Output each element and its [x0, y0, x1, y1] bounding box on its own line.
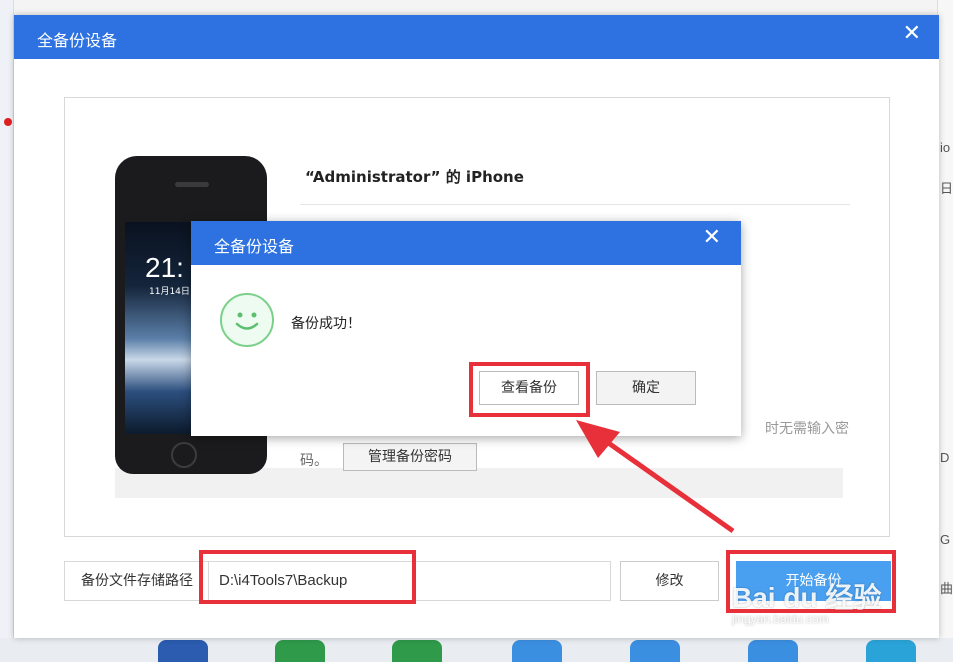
watermark-logo: Bai du 经验 jingyan.baidu.com — [732, 576, 881, 626]
watermark-url: jingyan.baidu.com — [732, 612, 829, 626]
screen: io 日 D G 曲 全备份设备 ✕ 21: 11月14日 “Administr… — [0, 0, 953, 662]
watermark-brand: Bai du 经验 — [732, 582, 882, 613]
annotation-arrow — [576, 420, 735, 534]
